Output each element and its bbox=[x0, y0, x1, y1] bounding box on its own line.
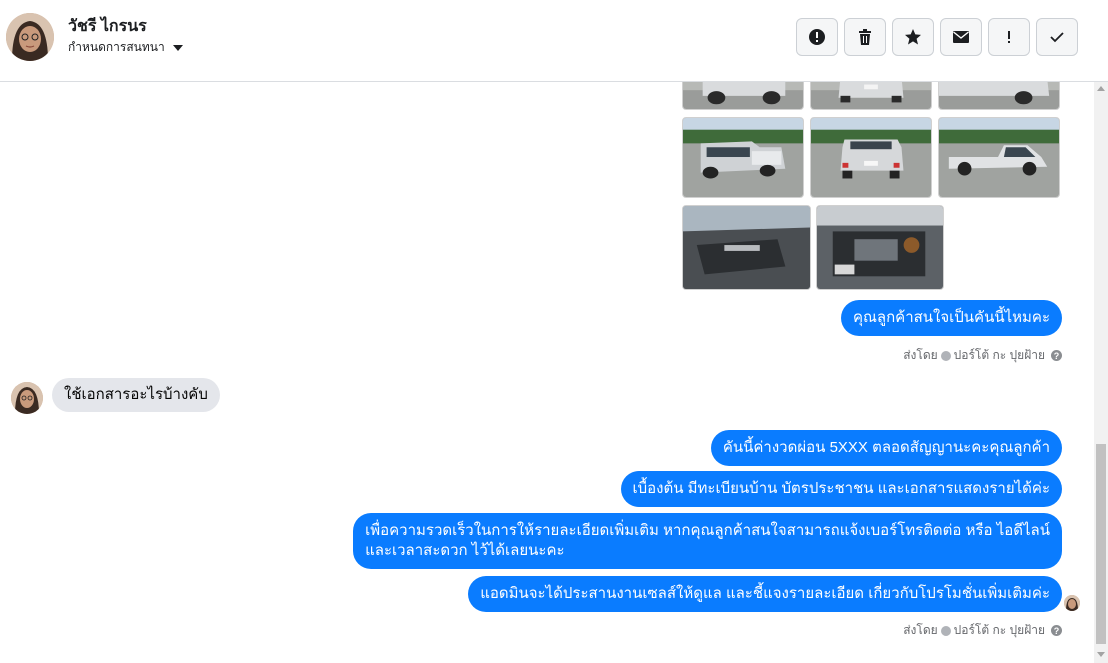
sent-by-info: ส่งโดย ปอร์โต้ กะ ปุยฝ้าย ? bbox=[903, 346, 1062, 365]
conversation-actions bbox=[796, 18, 1078, 56]
truck-rear-photo[interactable] bbox=[682, 117, 804, 198]
verified-icon bbox=[940, 625, 951, 636]
truck-photo[interactable] bbox=[938, 82, 1060, 110]
follow-up-button[interactable] bbox=[988, 18, 1030, 56]
contact-avatar[interactable] bbox=[11, 382, 43, 414]
seen-avatar bbox=[1064, 595, 1080, 611]
thread-scrollbar[interactable] bbox=[1094, 82, 1108, 663]
message-thread[interactable]: คุณลูกค้าสนใจเป็นคันนี้ไหมคะ ส่งโดย ปอร์… bbox=[0, 82, 1094, 663]
mark-done-button[interactable] bbox=[1036, 18, 1078, 56]
delete-button[interactable] bbox=[844, 18, 886, 56]
sent-by-label: ส่งโดย bbox=[903, 623, 938, 637]
envelope-icon bbox=[953, 31, 969, 43]
mark-unread-button[interactable] bbox=[940, 18, 982, 56]
exclamation-icon bbox=[1008, 31, 1010, 43]
truck-photo[interactable] bbox=[682, 82, 804, 110]
checkmark-icon bbox=[1050, 32, 1064, 43]
outgoing-message[interactable]: คันนี้ค่างวดผ่อน 5XXX ตลอดสัญญานะคะคุณลู… bbox=[710, 430, 1062, 466]
outgoing-message[interactable]: คุณลูกค้าสนใจเป็นคันนี้ไหมคะ bbox=[840, 300, 1062, 336]
star-icon bbox=[905, 29, 921, 45]
outgoing-message[interactable]: เบื้องต้น มีทะเบียนบ้าน บัตรประชาชน และเ… bbox=[620, 471, 1062, 507]
door-panel-photo[interactable] bbox=[682, 205, 811, 290]
contact-avatar[interactable] bbox=[6, 13, 54, 61]
alert-circle-icon bbox=[809, 29, 825, 45]
incoming-message[interactable]: ใช้เอกสารอะไรบ้างคับ bbox=[52, 378, 220, 412]
engine-bay-photo[interactable] bbox=[816, 205, 944, 290]
sent-by-info: ส่งโดย ปอร์โต้ กะ ปุยฝ้าย ? bbox=[903, 621, 1062, 640]
truck-rear-photo-icon bbox=[683, 118, 803, 197]
truck-photo[interactable] bbox=[810, 82, 932, 110]
spam-button[interactable] bbox=[796, 18, 838, 56]
help-icon[interactable]: ? bbox=[1051, 625, 1062, 636]
outgoing-message[interactable]: แอดมินจะได้ประสานงานเซลส์ให้ดูแล และชี้แ… bbox=[468, 576, 1062, 612]
conversation-header: วัชรี ไกรนร กำหนดการสนทนา bbox=[0, 0, 1108, 82]
trash-icon bbox=[859, 29, 871, 45]
sent-by-name[interactable]: ปอร์โต้ กะ ปุยฝ้าย bbox=[954, 621, 1045, 640]
outgoing-message[interactable]: เพื่อความรวดเร็วในการให้รายละเอียดเพิ่มเ… bbox=[353, 513, 1062, 569]
sent-by-label: ส่งโดย bbox=[903, 348, 938, 362]
verified-icon bbox=[940, 350, 951, 361]
face-icon bbox=[11, 382, 43, 414]
assign-conversation-dropdown[interactable]: กำหนดการสนทนา bbox=[68, 38, 183, 57]
truck-rear-photo-icon bbox=[811, 118, 931, 197]
sent-by-name[interactable]: ปอร์โต้ กะ ปุยฝ้าย bbox=[954, 346, 1045, 365]
face-icon bbox=[1064, 595, 1080, 611]
truck-side-photo[interactable] bbox=[938, 117, 1060, 198]
scrollbar-thumb[interactable] bbox=[1096, 444, 1106, 644]
contact-name[interactable]: วัชรี ไกรนร bbox=[68, 14, 147, 39]
door-panel-photo-icon bbox=[683, 206, 810, 289]
face-icon bbox=[6, 13, 54, 61]
star-button[interactable] bbox=[892, 18, 934, 56]
engine-bay-photo-icon bbox=[817, 206, 943, 289]
scroll-down-arrow-icon[interactable] bbox=[1097, 652, 1105, 657]
help-icon[interactable]: ? bbox=[1051, 350, 1062, 361]
scroll-up-arrow-icon[interactable] bbox=[1097, 86, 1105, 91]
assign-label: กำหนดการสนทนา bbox=[68, 40, 165, 54]
caret-down-icon bbox=[172, 44, 183, 51]
truck-rear-photo[interactable] bbox=[810, 117, 932, 198]
truck-side-photo-icon bbox=[939, 118, 1059, 197]
